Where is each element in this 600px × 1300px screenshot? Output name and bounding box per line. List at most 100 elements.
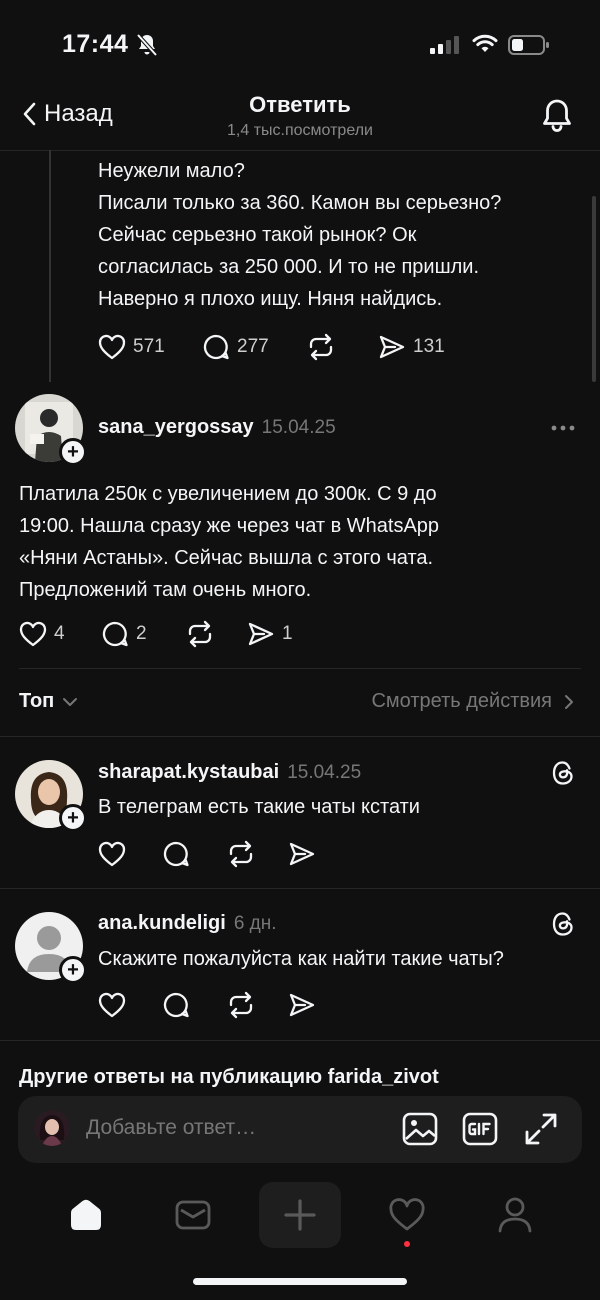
thread-line [49,150,51,382]
comment-icon [162,840,190,868]
like-button[interactable]: 4 [19,621,101,647]
more-options-icon[interactable] [550,418,576,438]
current-user-avatar [34,1110,70,1146]
home-indicator[interactable] [193,1278,407,1285]
plus-icon [283,1198,317,1232]
comment-actions [98,991,316,1019]
follow-button[interactable]: + [59,438,87,466]
send-icon [288,992,316,1018]
like-button[interactable]: 571 [98,334,202,360]
username[interactable]: sharapat.kystaubai [98,761,279,784]
comment-date: 15.04.25 [287,762,362,783]
reply-post-actions: 4 2 1 [19,620,293,648]
text-line: Писали только за 360. Камон вы серьезно? [98,192,502,214]
threads-logo-icon[interactable] [550,910,576,938]
status-time: 17:44 [62,30,129,58]
image-attach-icon[interactable] [402,1112,438,1146]
share-button[interactable] [288,992,316,1018]
sort-dropdown[interactable]: Топ [19,690,78,713]
wifi-icon [472,34,498,54]
comment-meta: ana.kundeligi 6 дн. [98,912,277,935]
username[interactable]: ana.kundeligi [98,912,226,935]
comment-button[interactable]: 2 [101,620,185,648]
repost-button[interactable] [226,840,288,868]
send-icon [378,334,406,360]
post-date: 15.04.25 [261,417,336,438]
home-tab-icon[interactable] [67,1196,105,1234]
share-button[interactable]: 1 [247,621,293,647]
share-button[interactable] [288,841,316,867]
username[interactable]: sana_yergossay [98,416,254,439]
notification-dot [404,1241,410,1247]
profile-tab-icon[interactable] [497,1196,533,1234]
expand-icon[interactable] [524,1112,558,1146]
header-divider [0,150,600,151]
comment-actions [98,840,316,868]
send-icon [247,621,275,647]
comment-button[interactable] [162,991,226,1019]
like-count: 4 [54,623,65,644]
messages-tab-icon[interactable] [175,1198,211,1232]
divider [19,668,581,669]
repost-icon [226,991,256,1019]
comment-icon [101,620,129,648]
repost-button[interactable] [185,620,247,648]
notification-bell-icon[interactable] [540,97,574,133]
comment-button[interactable]: 277 [202,333,306,361]
comment-icon [202,333,230,361]
threads-logo-icon[interactable] [550,759,576,787]
repost-button[interactable] [306,333,378,361]
heart-icon [19,621,47,647]
text-line: Сейчас серьезно такой рынок? Ок [98,224,417,246]
comment-count: 2 [136,623,147,644]
other-replies-heading[interactable]: Другие ответы на публикацию farida_zivot [19,1066,439,1089]
scroll-indicator[interactable] [592,196,596,382]
activity-label: Смотреть действия [371,690,552,712]
chevron-down-icon [62,697,78,707]
repost-icon [306,333,336,361]
text-line: Предложений там очень много. [19,579,312,601]
reply-post-text: Платила 250к с увеличением до 300к. С 9 … [19,478,589,606]
view-count: 1,4 тыс.посмотрели [227,122,373,139]
heart-icon [98,334,126,360]
divider [0,1040,600,1041]
comment-date: 6 дн. [233,913,277,934]
comment-text: Скажите пожалуйста как найти такие чаты? [98,948,504,970]
share-count: 131 [413,336,445,357]
repost-icon [226,840,256,868]
heart-icon [98,841,126,867]
parent-post-text: Неужели мало? Писали только за 360. Камо… [98,155,588,315]
silent-mode-icon [136,33,158,57]
comment-button[interactable] [162,840,226,868]
chevron-right-icon [564,694,574,710]
comment-text: В телеграм есть такие чаты кстати [98,796,420,818]
gif-icon[interactable] [462,1112,498,1146]
comment-count: 277 [237,336,269,357]
repost-button[interactable] [226,991,288,1019]
activity-tab-icon[interactable] [388,1198,426,1232]
share-count: 1 [282,623,293,644]
follow-button[interactable]: + [59,956,87,984]
follow-button[interactable]: + [59,804,87,832]
text-line: Неужели мало? [98,160,245,182]
comment-icon [162,991,190,1019]
text-line: 19:00. Нашла сразу же через чат в WhatsA… [19,515,440,537]
divider [0,888,600,889]
cellular-signal-icon [430,36,462,54]
like-count: 571 [133,336,165,357]
parent-post-actions: 571 277 131 [98,333,445,361]
like-button[interactable] [98,992,162,1018]
like-button[interactable] [98,841,162,867]
sort-label: Топ [19,690,55,712]
text-line: Наверно я плохо ищу. Няня найдись. [98,288,443,310]
comment-meta: sharapat.kystaubai 15.04.25 [98,761,361,784]
text-line: согласилась за 250 000. И то не пришли. [98,256,480,278]
view-activity-link[interactable]: Смотреть действия [371,690,574,713]
share-button[interactable]: 131 [378,334,445,360]
heart-icon [98,992,126,1018]
page-title: Ответить [249,92,351,117]
battery-icon [508,35,550,55]
text-line: Платила 250к с увеличением до 300к. С 9 … [19,483,437,505]
reply-input[interactable] [86,1111,376,1145]
send-icon [288,841,316,867]
